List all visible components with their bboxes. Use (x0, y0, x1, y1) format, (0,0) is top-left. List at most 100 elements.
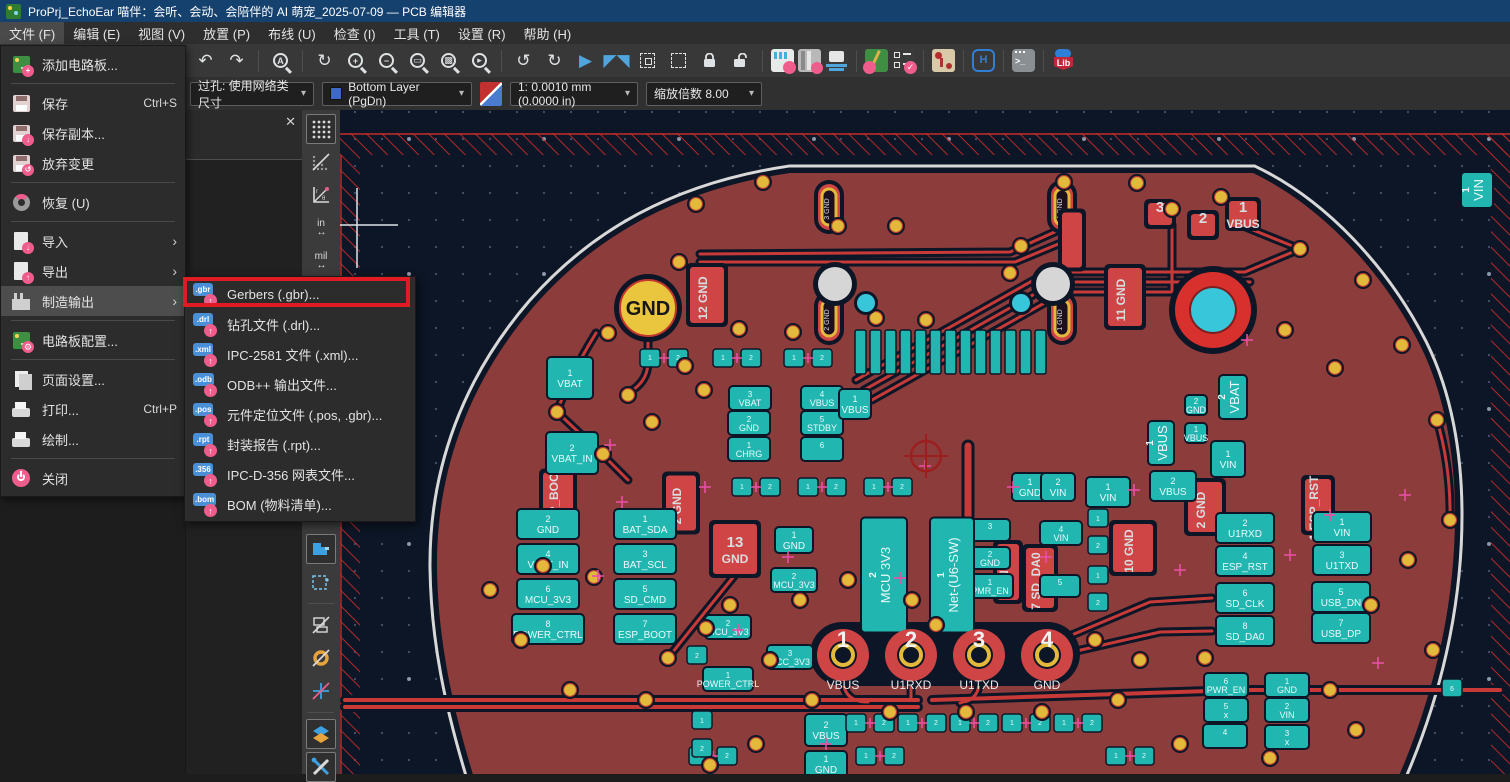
menu-item-add-board[interactable]: 添加电路板... (1, 49, 185, 79)
update-footprints-icon[interactable] (771, 49, 794, 72)
svg-text:1: 1 (823, 754, 828, 764)
menu-edit[interactable]: 编辑 (E) (64, 22, 129, 44)
robot-help-icon[interactable]: H (972, 49, 995, 72)
svg-text:8: 8 (545, 619, 550, 629)
via-size-select[interactable]: 过孔: 使用网络类尺寸▾ (190, 82, 314, 106)
polar-coords-icon[interactable]: rθ (306, 180, 336, 210)
find-icon[interactable]: A (267, 47, 294, 74)
revert-icon (9, 151, 33, 175)
submenu-item-ipc-d-356[interactable]: .356 IPC-D-356 网表文件... (185, 459, 415, 489)
svg-text:3: 3 (973, 627, 985, 652)
svg-text:2 GND: 2 GND (824, 309, 831, 330)
svg-text:x: x (1285, 737, 1290, 747)
zoom-select[interactable]: 缩放倍数 8.00▾ (646, 82, 762, 106)
svg-text:GND: GND (739, 423, 760, 433)
menu-item-export[interactable]: 导出 (1, 256, 185, 286)
svg-text:2: 2 (834, 484, 838, 491)
rotate-cw-icon[interactable]: ↻ (541, 47, 568, 74)
refresh-icon[interactable]: ↻ (311, 47, 338, 74)
zoom-fit-icon[interactable]: ▭ (404, 47, 431, 74)
pcb-canvas[interactable]: 3 GND4 GND2 GND1 GND12 GND13GND2 GND1 ES… (340, 110, 1510, 774)
submenu-item-gerbers[interactable]: .gbr Gerbers (.gbr)... (185, 279, 415, 309)
rotate-ccw-icon[interactable]: ↺ (510, 47, 537, 74)
submenu-item-odb[interactable]: .odb ODB++ 输出文件... (185, 369, 415, 399)
grid-dots-icon[interactable] (306, 114, 336, 144)
ungroup-icon[interactable] (665, 47, 692, 74)
undo-donut-icon (9, 190, 33, 214)
drc-icon[interactable]: ✓ (892, 49, 915, 72)
menu-item-revert[interactable]: 放弃变更 (1, 148, 185, 178)
menu-item-print[interactable]: 打印... Ctrl+P (1, 394, 185, 424)
undo-icon[interactable]: ↶ (192, 47, 219, 74)
export-icon (9, 259, 33, 283)
svg-text:1: 1 (792, 355, 796, 362)
update-pcb-icon[interactable] (865, 49, 888, 72)
menu-inspect[interactable]: 检查 (I) (325, 22, 385, 44)
menu-item-save-copy[interactable]: 保存副本... (1, 118, 185, 148)
main-toolbar: ↶ ↷ A ↻ + − ▭ ▩ ▸ ↺ ↻ ▶ ◤◥ (0, 44, 1510, 77)
close-icon[interactable]: ✕ (285, 114, 296, 130)
grid-select[interactable]: 1: 0.0010 mm (0.0000 in)▾ (510, 82, 638, 106)
menu-item-close[interactable]: 关闭 (1, 463, 185, 493)
xml-file-icon: .xml (193, 343, 217, 365)
lock-icon[interactable] (696, 47, 723, 74)
menu-item-import[interactable]: 导入 (1, 226, 185, 256)
svg-text:VIN: VIN (1050, 488, 1067, 499)
group-icon[interactable] (634, 47, 661, 74)
submenu-item-drill[interactable]: .drl 钻孔文件 (.drl)... (185, 309, 415, 339)
mirror-icon[interactable]: ◤◥ (603, 47, 630, 74)
grid-diagonal-icon[interactable] (306, 147, 336, 177)
svg-text:VIN: VIN (1334, 528, 1351, 539)
layer-select[interactable]: Bottom Layer (PgDn)▾ (322, 82, 472, 106)
units-mil-icon[interactable]: mil↔ (306, 246, 336, 276)
menu-route[interactable]: 布线 (U) (259, 22, 325, 44)
svg-text:3: 3 (1156, 199, 1164, 216)
menu-item-undo[interactable]: 恢复 (U) (1, 187, 185, 217)
selection-filter-icon[interactable] (306, 567, 336, 597)
stackup-icon[interactable] (825, 49, 848, 72)
menu-item-save[interactable]: 保存 Ctrl+S (1, 88, 185, 118)
layers-manager-icon[interactable] (306, 719, 336, 749)
svg-text:10 GND: 10 GND (1122, 529, 1136, 573)
svg-text:2: 2 (1170, 476, 1175, 486)
redo-icon[interactable]: ↷ (223, 47, 250, 74)
menu-file[interactable]: 文件 (F) (0, 22, 64, 44)
svg-text:1: 1 (721, 355, 725, 362)
submenu-item-position-file[interactable]: .pos 元件定位文件 (.pos, .gbr)... (185, 399, 415, 429)
library-browser-icon[interactable] (798, 49, 821, 72)
menu-item-fabrication-outputs[interactable]: 制造输出 (1, 286, 185, 316)
units-inch-icon[interactable]: in↔ (306, 213, 336, 243)
menu-item-plot[interactable]: 绘制... (1, 424, 185, 454)
svg-text:GND: GND (626, 298, 670, 320)
flip-icon[interactable]: ▶ (572, 47, 599, 74)
menu-tools[interactable]: 工具 (T) (385, 22, 449, 44)
zoom-out-icon[interactable]: − (373, 47, 400, 74)
zoom-in-icon[interactable]: + (342, 47, 369, 74)
add-board-icon (9, 52, 33, 76)
lib-cloud-icon[interactable]: Lib (1052, 49, 1075, 72)
submenu-item-ipc2581[interactable]: .xml IPC-2581 文件 (.xml)... (185, 339, 415, 369)
menu-place[interactable]: 放置 (P) (194, 22, 259, 44)
menu-preferences[interactable]: 设置 (R) (449, 22, 515, 44)
title-bar: ProPrj_EchoEar 喵伴：会听、会动、会陪伴的 AI 萌宠_2025-… (0, 0, 1510, 22)
layer-pair-icon[interactable] (480, 82, 502, 106)
hide-vias-icon[interactable] (306, 643, 336, 673)
zoom-selection-icon[interactable]: ▸ (466, 47, 493, 74)
menu-view[interactable]: 视图 (V) (129, 22, 194, 44)
hide-footprints-icon[interactable] (306, 610, 336, 640)
svg-text:2: 2 (882, 720, 886, 727)
menu-help[interactable]: 帮助 (H) (515, 22, 581, 44)
properties-tools-icon[interactable] (306, 752, 336, 782)
submenu-item-footprint-report[interactable]: .rpt 封装报告 (.rpt)... (185, 429, 415, 459)
console-icon[interactable]: >_ (1012, 49, 1035, 72)
footprint-mode-icon[interactable] (306, 534, 336, 564)
menu-item-page-settings[interactable]: 页面设置... (1, 364, 185, 394)
menu-item-board-setup[interactable]: 电路板配置... (1, 325, 185, 355)
zone-display-icon[interactable] (932, 49, 955, 72)
svg-text:POWER_CTRL: POWER_CTRL (697, 679, 760, 689)
unlock-icon[interactable] (727, 47, 754, 74)
svg-text:VBUS: VBUS (1155, 425, 1170, 461)
hide-ratsnest-icon[interactable] (306, 676, 336, 706)
zoom-objects-icon[interactable]: ▩ (435, 47, 462, 74)
submenu-item-bom[interactable]: .bom BOM (物料清单)... (185, 489, 415, 519)
